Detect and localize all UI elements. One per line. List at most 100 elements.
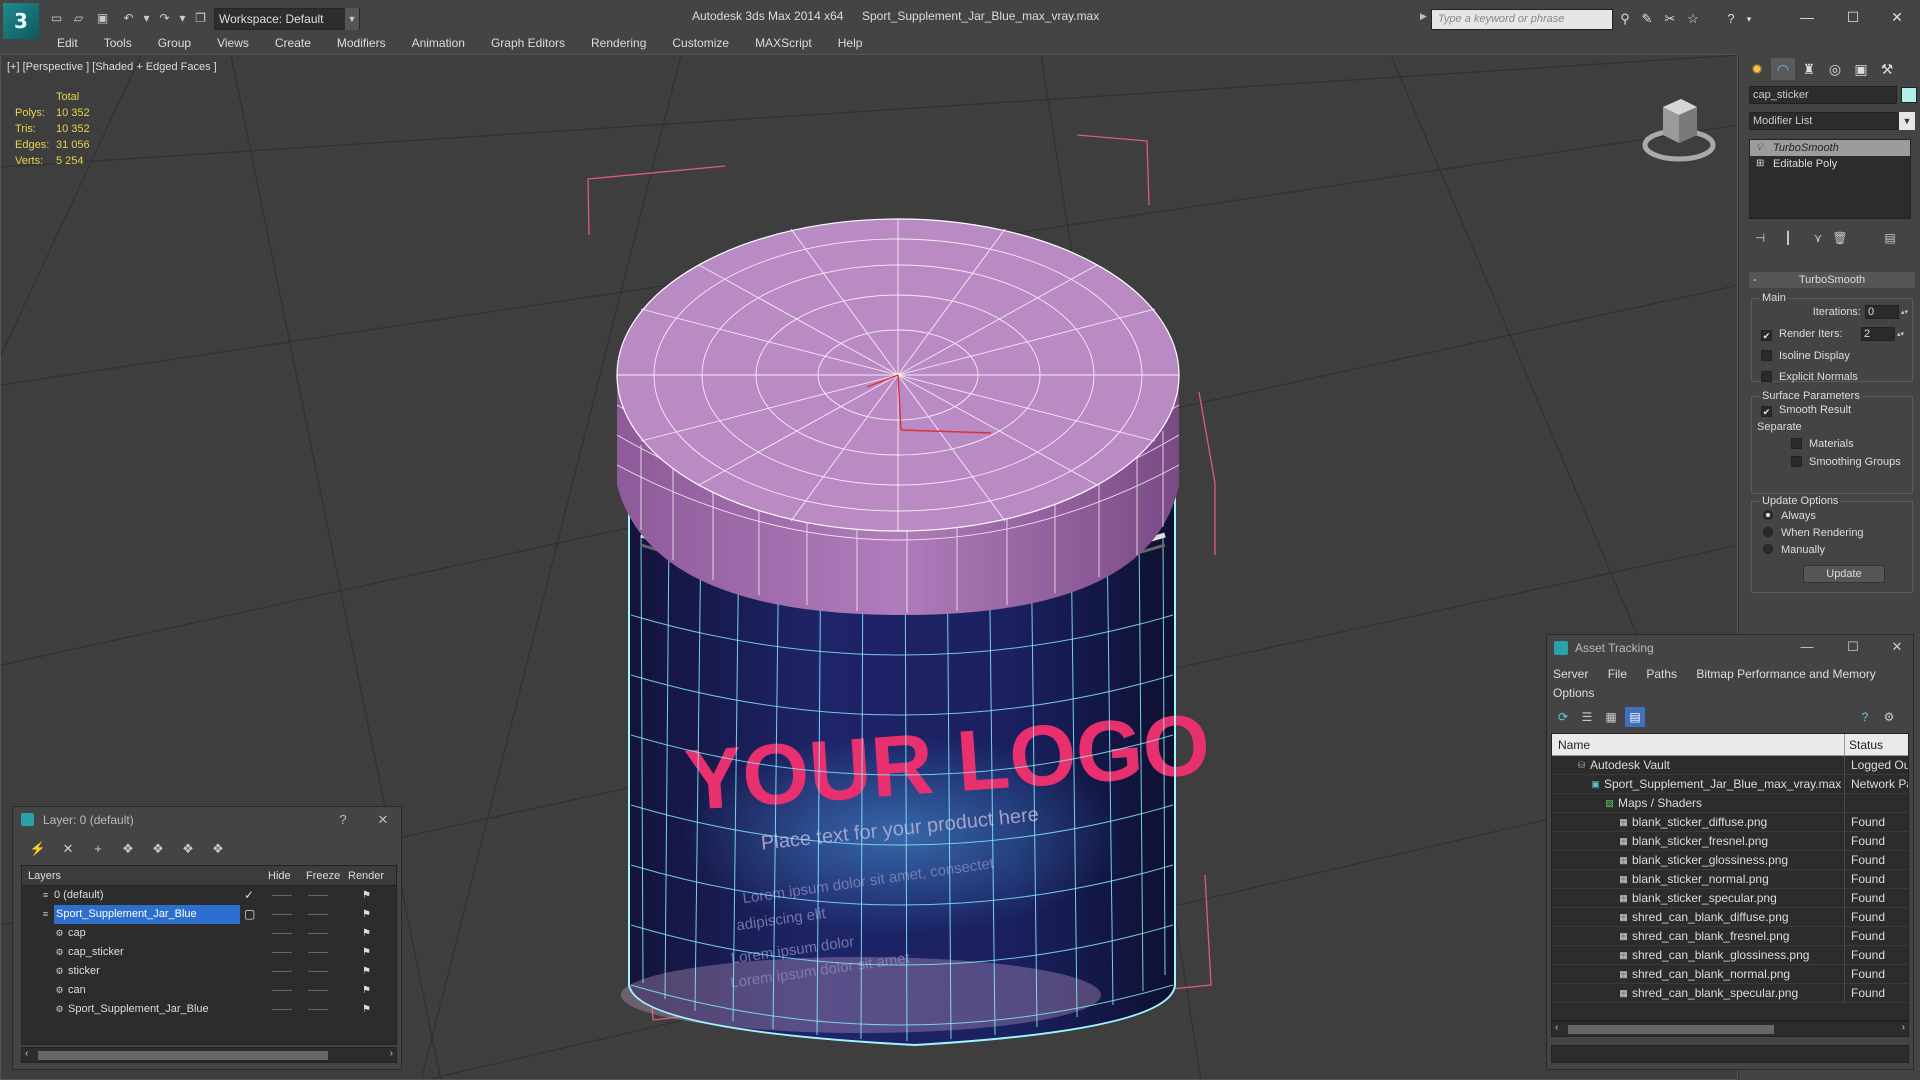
layer-row[interactable]: ⚙ sticker —— —— ⚑	[22, 962, 396, 981]
render-toggle-icon[interactable]: ⚑	[362, 924, 371, 943]
render-iters-spinner[interactable]: 2	[1861, 327, 1895, 341]
freeze-toggle-icon[interactable]: ——	[308, 943, 328, 962]
asset-menu-bitmap-performance[interactable]: Bitmap Performance and Memory	[1696, 667, 1875, 681]
search-input[interactable]: Type a keyword or phrase	[1431, 9, 1613, 30]
when-rendering-radio[interactable]	[1763, 527, 1773, 537]
asset-menu-server[interactable]: Server	[1553, 667, 1588, 681]
new-file-icon[interactable]: ▭	[48, 10, 65, 26]
modify-tab-icon[interactable]: ◠	[1771, 58, 1795, 80]
asset-row[interactable]: ▦ shred_can_blank_specular.png Found	[1552, 984, 1908, 1003]
workspace-dropdown[interactable]: Workspace: Default	[214, 8, 360, 30]
always-radio[interactable]	[1763, 510, 1773, 520]
help-icon[interactable]: ?	[1722, 10, 1740, 28]
hierarchy-tab-icon[interactable]: ♜	[1797, 58, 1821, 80]
asset-row[interactable]: ▦ blank_sticker_specular.png Found	[1552, 889, 1908, 908]
layer-name[interactable]: sticker	[68, 962, 100, 981]
scroll-left-icon[interactable]: ‹	[1555, 1022, 1558, 1033]
layer-name[interactable]: 0 (default)	[54, 886, 104, 905]
project-folder-icon[interactable]: ❐	[192, 10, 209, 26]
layer-row[interactable]: ⚙ cap —— —— ⚑	[22, 924, 396, 943]
asset-row[interactable]: ▣ Sport_Supplement_Jar_Blue_max_vray.max N…	[1552, 775, 1908, 794]
smoothing-groups-row[interactable]: Smoothing Groups	[1791, 456, 1901, 468]
undo-dropdown-icon[interactable]: ▾	[138, 10, 155, 26]
freeze-toggle-icon[interactable]: ——	[308, 924, 328, 943]
col-freeze-header[interactable]: Freeze	[306, 866, 340, 886]
freeze-toggle-icon[interactable]: ——	[308, 1000, 328, 1019]
motion-tab-icon[interactable]: ◎	[1823, 58, 1847, 80]
explicit-normals-checkbox[interactable]	[1761, 371, 1772, 382]
menu-edit[interactable]: Edit	[44, 36, 91, 54]
help-dropdown-icon[interactable]: ▾	[1740, 10, 1758, 28]
scroll-right-icon[interactable]: ›	[390, 1048, 393, 1059]
close-button[interactable]: ✕	[373, 811, 393, 829]
make-unique-icon[interactable]: ⋎	[1807, 228, 1829, 248]
close-button[interactable]: ✕	[1874, 4, 1920, 30]
stack-item-turbosmooth[interactable]: 💡︎ TurboSmooth	[1750, 140, 1910, 156]
layer-name[interactable]: cap	[68, 924, 86, 943]
new-layer-icon[interactable]: +	[87, 839, 109, 859]
freeze-toggle-icon[interactable]: ——	[308, 962, 328, 981]
lightbulb-icon[interactable]: 💡︎	[1756, 140, 1763, 156]
detail-view-icon[interactable]: ▦	[1601, 707, 1621, 727]
refresh-icon[interactable]: ⟳	[1553, 707, 1573, 727]
smooth-result-row[interactable]: ✔ Smooth Result	[1761, 404, 1851, 417]
hide-toggle-icon[interactable]: ——	[272, 924, 292, 943]
layer-name[interactable]: Sport_Supplement_Jar_Blue	[68, 1000, 209, 1019]
display-tab-icon[interactable]: ▣	[1849, 58, 1873, 80]
hide-toggle-icon[interactable]: ——	[272, 905, 292, 924]
asset-row[interactable]: ▦ shred_can_blank_diffuse.png Found	[1552, 908, 1908, 927]
render-toggle-icon[interactable]: ⚑	[362, 943, 371, 962]
object-color-swatch[interactable]	[1901, 87, 1917, 103]
app-logo-icon[interactable]: 3	[3, 3, 39, 39]
scroll-right-icon[interactable]: ›	[1902, 1022, 1905, 1033]
when-rendering-row[interactable]: When Rendering	[1763, 527, 1864, 539]
chevron-down-icon[interactable]: ▼	[1899, 112, 1915, 130]
asset-menu-options[interactable]: Options	[1553, 686, 1594, 700]
hide-layers-icon[interactable]: ❖	[207, 839, 229, 859]
manually-radio[interactable]	[1763, 544, 1773, 554]
subscription-icon[interactable]: ✎	[1638, 10, 1656, 28]
add-to-layer-icon[interactable]: ❖	[117, 839, 139, 859]
hide-toggle-icon[interactable]: ——	[272, 1000, 292, 1019]
freeze-toggle-icon[interactable]: ——	[308, 886, 328, 905]
layer-manager-icon[interactable]: ⚡	[27, 839, 49, 859]
col-hide-header[interactable]: Hide	[268, 866, 291, 886]
remove-modifier-icon[interactable]: 🗑︎	[1829, 228, 1851, 248]
chevron-down-icon[interactable]: ▼	[345, 8, 359, 30]
active-layer-check-icon[interactable]: ✓	[244, 886, 254, 905]
layer-row[interactable]: ⚙ Sport_Supplement_Jar_Blue —— —— ⚑	[22, 1000, 396, 1019]
save-file-icon[interactable]: ▣	[94, 10, 111, 26]
menu-views[interactable]: Views	[204, 36, 262, 54]
viewport-label[interactable]: [+] [Perspective ] [Shaded + Edged Faces…	[7, 61, 217, 73]
menu-help[interactable]: Help	[825, 36, 876, 54]
maximize-button[interactable]: ☐	[1830, 4, 1876, 30]
render-toggle-icon[interactable]: ⚑	[362, 981, 371, 1000]
dock-icon[interactable]: ⚙	[1879, 707, 1899, 727]
table-view-icon[interactable]: ▤	[1625, 707, 1645, 727]
menu-create[interactable]: Create	[262, 36, 324, 54]
menu-customize[interactable]: Customize	[659, 36, 742, 54]
materials-checkbox[interactable]	[1791, 438, 1802, 449]
col-name-header[interactable]: Name	[1558, 734, 1590, 756]
utilities-tab-icon[interactable]: ⚒	[1875, 58, 1899, 80]
asset-menu-paths[interactable]: Paths	[1646, 667, 1677, 681]
undo-icon[interactable]: ↶	[120, 10, 137, 26]
asset-row[interactable]: ⛁ Autodesk Vault Logged Out	[1552, 756, 1908, 775]
modifier-list-dropdown[interactable]: Modifier List	[1749, 112, 1915, 130]
always-row[interactable]: Always	[1763, 510, 1816, 522]
collapse-icon[interactable]: -	[1753, 272, 1757, 288]
render-toggle-icon[interactable]: ⚑	[362, 905, 371, 924]
turbosmooth-rollout-header[interactable]: - TurboSmooth	[1749, 272, 1915, 288]
delete-layer-icon[interactable]: ✕	[57, 839, 79, 859]
minimize-button[interactable]: —	[1784, 4, 1830, 30]
freeze-toggle-icon[interactable]: ——	[308, 981, 328, 1000]
search-expand-icon[interactable]: ▶	[1420, 11, 1430, 27]
menu-modifiers[interactable]: Modifiers	[324, 36, 399, 54]
iterations-spinner[interactable]: 0	[1865, 305, 1899, 319]
menu-group[interactable]: Group	[145, 36, 204, 54]
col-render-header[interactable]: Render	[348, 866, 384, 886]
hide-toggle-icon[interactable]: ——	[272, 886, 292, 905]
help-button[interactable]: ?	[333, 811, 353, 829]
col-layers-header[interactable]: Layers	[28, 866, 61, 886]
asset-row[interactable]: ▦ shred_can_blank_glossiness.png Found	[1552, 946, 1908, 965]
